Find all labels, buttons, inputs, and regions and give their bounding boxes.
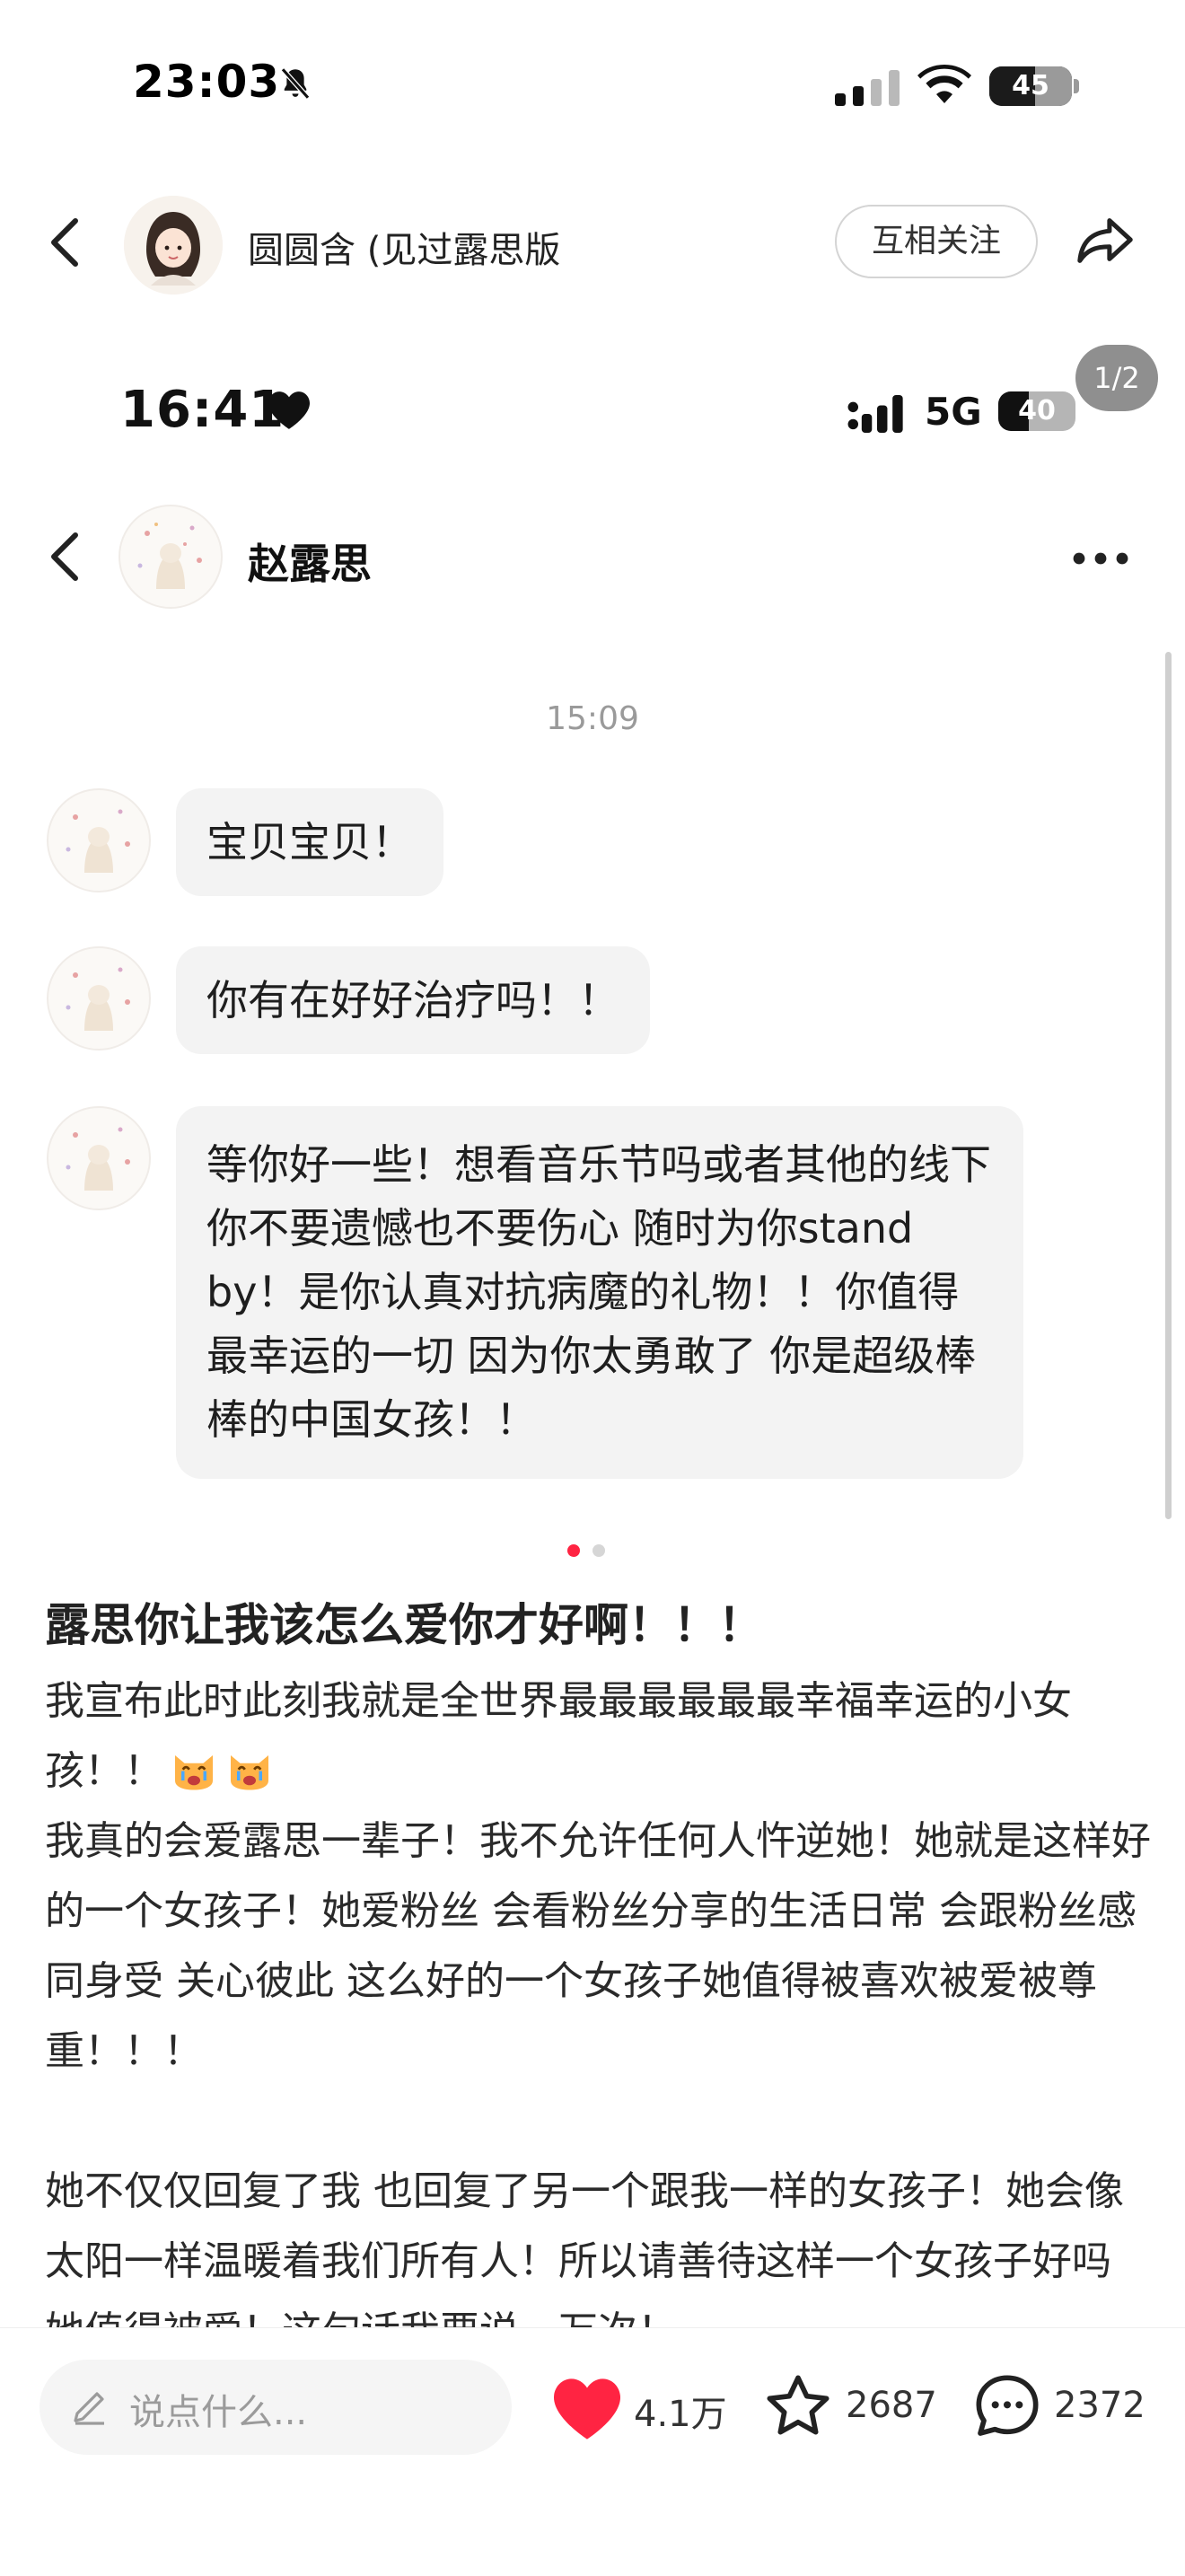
bell-muted-icon — [280, 67, 311, 100]
back-arrow-icon[interactable] — [47, 215, 83, 269]
crying-cat-emoji-icon — [175, 1755, 213, 1790]
message-avatar — [47, 1106, 151, 1210]
share-icon[interactable] — [1074, 208, 1138, 271]
crying-cat-emoji-icon — [231, 1755, 268, 1790]
screenshot-network-label: 5G — [925, 390, 982, 434]
message-avatar — [47, 946, 151, 1051]
screenshot-signal-icon — [847, 395, 903, 433]
follow-button[interactable]: 互相关注 — [835, 205, 1038, 278]
image-page-counter: 1/2 — [1075, 345, 1158, 411]
chat-timestamp: 15:09 — [546, 700, 639, 737]
screenshot-battery-level: 40 — [1018, 395, 1056, 426]
more-options-icon — [1073, 552, 1128, 565]
screenshot-battery-icon: 40 — [998, 391, 1075, 431]
comment-count[interactable]: 2372 — [1054, 2385, 1146, 2426]
post-paragraph: 我真的会爱露思一辈子！我不允许任何人忤逆她！她就是这样好的一个女孩子！她爱粉丝 … — [45, 1818, 1151, 2074]
status-bar-time: 23:03 — [133, 56, 281, 108]
battery-level: 45 — [1012, 70, 1049, 101]
message-bubble: 你有在好好治疗吗！！ — [176, 946, 650, 1054]
author-name[interactable]: 圆圆含 (见过露思版 — [248, 221, 560, 273]
cellular-signal-icon — [835, 70, 900, 106]
screenshot-scrollbar — [1165, 652, 1172, 1519]
like-count[interactable]: 4.1万 — [634, 2385, 727, 2437]
message-bubble: 等你好一些！想看音乐节吗或者其他的线下 你不要遗憾也不要伤心 随时为你stand… — [176, 1106, 1023, 1479]
post-title: 露思你让我该怎么爱你才好啊！！！ — [45, 1599, 763, 1651]
star-icon[interactable] — [761, 2370, 835, 2442]
message-avatar — [47, 788, 151, 892]
post-paragraph-spacer — [45, 2087, 1151, 2157]
screenshot-status-time: 16:41 — [120, 381, 285, 439]
chat-contact-avatar — [118, 505, 223, 609]
comment-bubble-icon[interactable] — [971, 2370, 1043, 2442]
message-bubble: 宝贝宝贝！ — [176, 788, 443, 896]
chat-contact-name: 赵露思 — [248, 540, 372, 588]
battery-icon: 45 — [989, 66, 1072, 106]
wifi-icon — [917, 65, 971, 103]
heart-icon — [268, 391, 310, 429]
screenshot-back-arrow-icon — [51, 532, 78, 581]
comment-placeholder[interactable]: 说点什么... — [129, 2383, 307, 2435]
carousel-dot-active[interactable] — [567, 1544, 580, 1557]
post-body: 我宣布此时此刻我就是全世界最最最最最最幸福幸运的小女孩！！ 我真的会爱露思一辈子… — [45, 1666, 1151, 2367]
carousel-dot[interactable] — [592, 1544, 605, 1557]
author-avatar[interactable] — [124, 196, 223, 295]
post-paragraph: 我宣布此时此刻我就是全世界最最最最最最幸福幸运的小女孩！！ — [45, 1666, 1151, 1807]
battery-nub — [1074, 79, 1079, 93]
pen-icon — [74, 2392, 104, 2425]
collect-count[interactable]: 2687 — [846, 2385, 937, 2426]
like-heart-icon[interactable] — [549, 2376, 625, 2442]
